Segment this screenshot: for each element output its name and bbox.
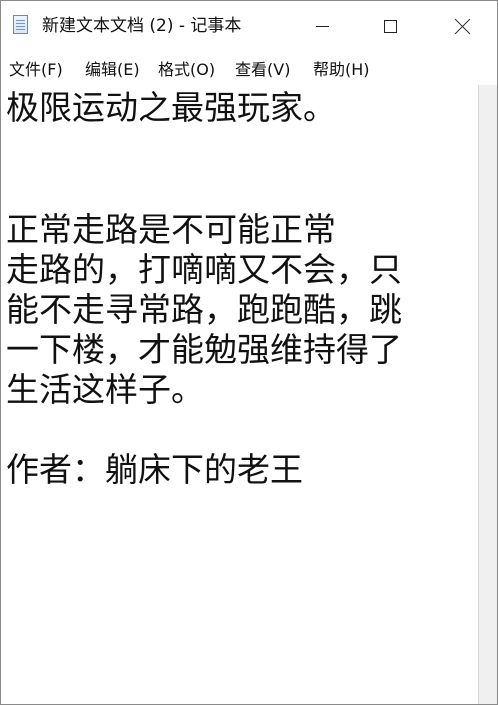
menu-edit[interactable]: 编辑(E) (85, 58, 140, 82)
close-button[interactable] (431, 1, 493, 51)
menu-bar: 文件(F) 编辑(E) 格式(O) 查看(V) 帮助(H) (1, 53, 497, 85)
notepad-icon (13, 15, 28, 34)
menu-view[interactable]: 查看(V) (235, 58, 290, 82)
window-title: 新建文本文档 (2) - 记事本 (42, 16, 242, 36)
text-line: 能不走寻常路，跑跑酷，跳 (6, 290, 402, 329)
close-icon (454, 18, 471, 35)
text-line: 极限运动之最强玩家。 (6, 88, 336, 127)
text-line: 作者：躺床下的老王 (6, 450, 303, 489)
minimize-button[interactable] (291, 1, 353, 51)
title-bar: 新建文本文档 (2) - 记事本 (1, 1, 497, 53)
vertical-scrollbar[interactable] (478, 85, 497, 704)
notepad-window: 新建文本文档 (2) - 记事本 文件(F) 编辑(E) 格式(O) 查看(V)… (0, 0, 498, 705)
text-line: 正常走路是不可能正常 (6, 210, 336, 249)
maximize-button[interactable] (359, 1, 421, 51)
menu-format[interactable]: 格式(O) (158, 58, 215, 82)
maximize-icon (383, 19, 397, 33)
text-line: 走路的，打嘀嘀又不会，只 (6, 250, 402, 289)
text-line: 生活这样子。 (6, 370, 204, 409)
menu-help[interactable]: 帮助(H) (313, 58, 370, 82)
text-editor[interactable]: 极限运动之最强玩家。 正常走路是不可能正常 走路的，打嘀嘀又不会，只 能不走寻常… (1, 85, 478, 704)
minimize-icon (315, 25, 329, 27)
menu-file[interactable]: 文件(F) (9, 58, 63, 82)
text-line: 一下楼，才能勉强维持得了 (6, 330, 402, 369)
